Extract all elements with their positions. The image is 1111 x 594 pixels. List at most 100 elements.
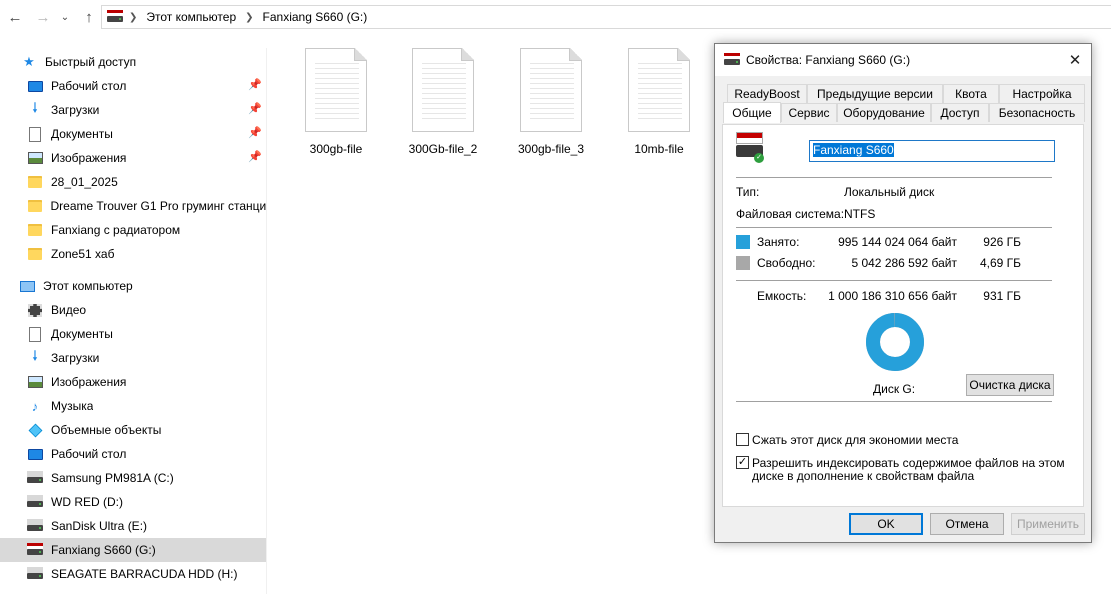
sidebar-item-folder-dreame[interactable]: Dreame Trouver G1 Pro груминг станция bbox=[0, 194, 266, 218]
sidebar-item-downloads-pinned[interactable]: 🠓 Загрузки 📌 bbox=[0, 98, 266, 122]
sidebar-item-label: SanDisk Ultra (E:) bbox=[51, 519, 148, 533]
close-icon[interactable]: ✕ bbox=[1059, 44, 1091, 76]
filesystem-label: Файловая система: bbox=[736, 207, 845, 221]
file-name: 300gb-file_3 bbox=[517, 142, 585, 156]
sidebar-item-label: Изображения bbox=[51, 375, 127, 389]
sidebar-item-drive-d[interactable]: WD RED (D:) bbox=[0, 490, 266, 514]
file-icon bbox=[628, 48, 690, 132]
disk-cleanup-button[interactable]: Очистка диска bbox=[966, 374, 1054, 396]
breadcrumb-item-drive[interactable]: Fanxiang S660 (G:) bbox=[263, 10, 368, 24]
file-item[interactable]: 300Gb-file_2 bbox=[389, 46, 497, 166]
apply-button[interactable]: Применить bbox=[1011, 513, 1085, 535]
arrow-up-icon[interactable]: ↑ bbox=[78, 6, 100, 28]
sidebar-item-label: Рабочий стол bbox=[51, 79, 127, 93]
sidebar-item-label: Samsung PM981A (C:) bbox=[51, 471, 174, 485]
sidebar-item-pictures[interactable]: Изображения bbox=[0, 370, 266, 394]
dialog-titlebar[interactable]: Свойства: Fanxiang S660 (G:) ✕ bbox=[715, 44, 1091, 76]
chevron-down-icon[interactable]: ⌄ bbox=[58, 6, 72, 28]
sidebar-item-label: Документы bbox=[51, 127, 113, 141]
ok-button[interactable]: OK bbox=[849, 513, 923, 535]
tab-hardware[interactable]: Оборудование bbox=[837, 103, 931, 122]
compress-checkbox[interactable] bbox=[736, 433, 749, 446]
tab-general[interactable]: Общие bbox=[723, 102, 781, 123]
divider bbox=[736, 227, 1052, 228]
sidebar-item-label: WD RED (D:) bbox=[51, 495, 123, 509]
music-icon: ♪ bbox=[31, 398, 39, 414]
capacity-bytes: 1 000 186 310 656 байт bbox=[828, 289, 957, 303]
sidebar-item-documents-pinned[interactable]: Документы 📌 bbox=[0, 122, 266, 146]
sidebar-item-desktop[interactable]: Рабочий стол bbox=[0, 442, 266, 466]
sidebar-item-folder-fanxiang[interactable]: Fanxiang с радиатором bbox=[0, 218, 266, 242]
file-icon bbox=[412, 48, 474, 132]
free-space-swatch bbox=[736, 256, 750, 270]
breadcrumb-item-this-pc[interactable]: Этот компьютер bbox=[146, 10, 236, 24]
cancel-button[interactable]: Отмена bbox=[930, 513, 1004, 535]
navigation-pane: ★ Быстрый доступ Рабочий стол 📌 🠓 Загруз… bbox=[0, 48, 267, 594]
file-icon bbox=[520, 48, 582, 132]
chevron-right-icon[interactable]: ❯ bbox=[245, 12, 253, 23]
tab-readyboost[interactable]: ReadyBoost bbox=[727, 84, 807, 103]
documents-icon bbox=[27, 126, 43, 142]
sidebar-item-music[interactable]: ♪ Музыка bbox=[0, 394, 266, 418]
desktop-icon bbox=[27, 78, 43, 94]
sidebar-item-folder-zone51[interactable]: Zone51 хаб bbox=[0, 242, 266, 266]
video-icon bbox=[27, 302, 43, 318]
properties-dialog: Свойства: Fanxiang S660 (G:) ✕ ReadyBoos… bbox=[714, 43, 1092, 543]
tab-security[interactable]: Безопасность bbox=[989, 103, 1085, 122]
sidebar-item-folder-28-01-2025[interactable]: 28_01_2025 bbox=[0, 170, 266, 194]
file-item[interactable]: 300gb-file bbox=[282, 46, 390, 166]
sidebar-item-drive-c[interactable]: Samsung PM981A (C:) bbox=[0, 466, 266, 490]
tab-previous-versions[interactable]: Предыдущие версии bbox=[807, 84, 943, 103]
file-item[interactable]: 10mb-file bbox=[605, 46, 713, 166]
pictures-icon bbox=[27, 374, 43, 390]
tab-quota[interactable]: Квота bbox=[943, 84, 999, 103]
sidebar-item-label: Zone51 хаб bbox=[51, 247, 115, 261]
free-bytes: 5 042 286 592 байт bbox=[851, 256, 957, 270]
used-label: Занято: bbox=[757, 235, 800, 249]
sidebar-item-documents[interactable]: Документы bbox=[0, 322, 266, 346]
address-bar[interactable]: ❯ Этот компьютер ❯ Fanxiang S660 (G:) bbox=[101, 5, 1111, 29]
file-item[interactable]: 300gb-file_3 bbox=[497, 46, 605, 166]
pin-icon[interactable]: 📌 bbox=[248, 78, 262, 91]
drive-large-icon: ✓ bbox=[736, 132, 764, 164]
sidebar-item-desktop-pinned[interactable]: Рабочий стол 📌 bbox=[0, 74, 266, 98]
desktop-icon bbox=[27, 446, 43, 462]
pin-icon[interactable]: 📌 bbox=[248, 126, 262, 139]
sidebar-item-drive-g[interactable]: Fanxiang S660 (G:) bbox=[0, 538, 266, 562]
sidebar-item-3d-objects[interactable]: Объемные объекты bbox=[0, 418, 266, 442]
3d-objects-icon bbox=[27, 422, 43, 438]
tab-tools[interactable]: Сервис bbox=[781, 103, 837, 122]
sidebar-item-pictures-pinned[interactable]: Изображения 📌 bbox=[0, 146, 266, 170]
sidebar-item-downloads[interactable]: 🠓 Загрузки bbox=[0, 346, 266, 370]
sidebar-item-quick-access[interactable]: ★ Быстрый доступ bbox=[0, 50, 266, 74]
tab-customize[interactable]: Настройка bbox=[999, 84, 1085, 103]
sidebar-item-drive-e[interactable]: SanDisk Ultra (E:) bbox=[0, 514, 266, 538]
sidebar-item-label: Загрузки bbox=[51, 103, 100, 117]
chevron-right-icon[interactable]: ❯ bbox=[129, 12, 137, 23]
tab-sharing[interactable]: Доступ bbox=[931, 103, 989, 122]
arrow-left-icon[interactable]: ← bbox=[4, 6, 26, 28]
disk-usage-donut bbox=[866, 313, 924, 371]
arrow-right-icon[interactable]: → bbox=[32, 6, 54, 28]
compress-label: Сжать этот диск для экономии места bbox=[752, 433, 959, 447]
free-short: 4,69 ГБ bbox=[979, 256, 1021, 270]
sidebar-item-drive-h[interactable]: SEAGATE BARRACUDA HDD (H:) bbox=[0, 562, 266, 586]
sidebar-item-label: Музыка bbox=[51, 399, 94, 413]
divider bbox=[736, 280, 1052, 281]
pin-icon[interactable]: 📌 bbox=[248, 102, 262, 115]
index-label-line1: Разрешить индексировать содержимое файло… bbox=[752, 456, 1065, 470]
navigation-bar: ← → ⌄ ↑ ❯ Этот компьютер ❯ Fanxiang S660… bbox=[0, 0, 1111, 34]
index-checkbox[interactable]: ✓ bbox=[736, 456, 749, 469]
sidebar-item-this-pc[interactable]: Этот компьютер bbox=[0, 274, 266, 298]
used-short: 926 ГБ bbox=[983, 235, 1021, 249]
drive-icon bbox=[27, 470, 43, 486]
pin-icon[interactable]: 📌 bbox=[248, 150, 262, 163]
sidebar-item-label: Видео bbox=[51, 303, 87, 317]
file-name: 10mb-file bbox=[634, 142, 684, 156]
type-value: Локальный диск bbox=[844, 185, 935, 199]
drive-name-input[interactable]: Fanxiang S660 bbox=[809, 140, 1055, 162]
capacity-label: Емкость: bbox=[757, 289, 807, 303]
sidebar-item-video[interactable]: Видео bbox=[0, 298, 266, 322]
sidebar-item-label: Рабочий стол bbox=[51, 447, 127, 461]
folder-icon bbox=[27, 198, 43, 214]
